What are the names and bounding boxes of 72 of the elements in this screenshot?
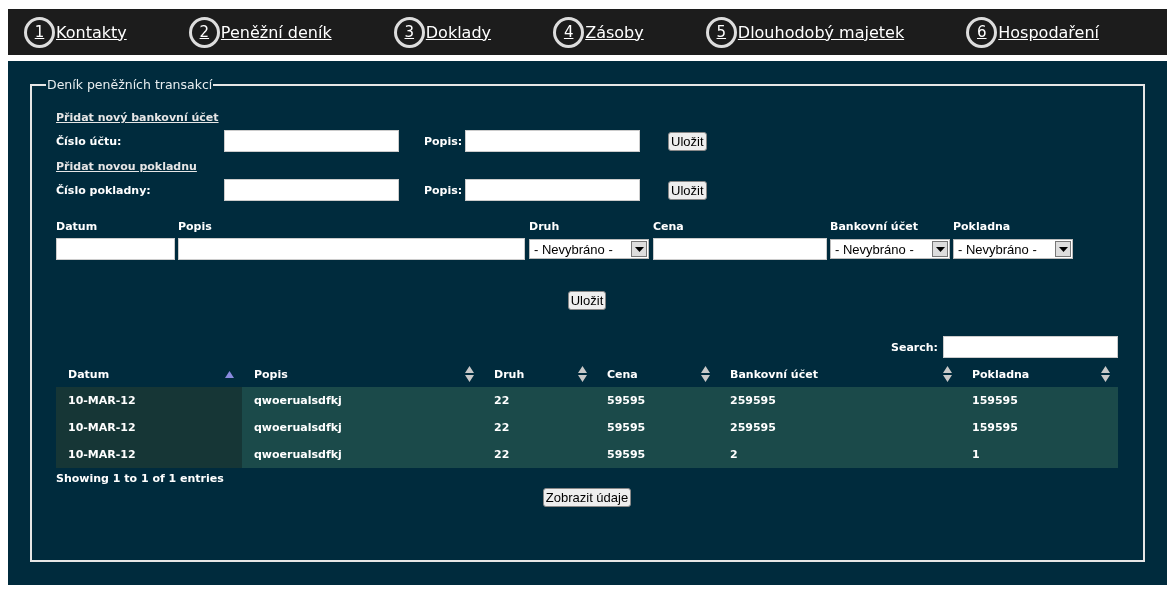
input-field[interactable] — [224, 179, 399, 201]
table-cell: 1 — [972, 448, 980, 461]
sort-icon[interactable] — [1101, 366, 1110, 382]
nav-link[interactable]: Kontakty — [56, 22, 127, 42]
table-cell: 10-MAR-12 — [68, 394, 136, 407]
add-link[interactable]: Přidat novou pokladnu — [56, 160, 197, 173]
column-header[interactable]: Cena — [607, 367, 638, 381]
sort-ascending-icon[interactable] — [225, 370, 234, 378]
field-label: Číslo pokladny: — [56, 183, 152, 197]
save-button[interactable]: Uložit — [668, 180, 707, 200]
input-field[interactable] — [224, 130, 399, 152]
step-number: 4 — [553, 16, 585, 48]
field-label: Popis — [178, 220, 213, 233]
field-label: Cena — [653, 220, 685, 233]
table-cell: 59595 — [607, 421, 646, 434]
input-field[interactable] — [465, 130, 640, 152]
table-cell: 59595 — [607, 448, 646, 461]
search-label: Search: — [891, 340, 938, 354]
step-number: 2 — [188, 16, 220, 48]
table-cell: 10-MAR-12 — [68, 448, 136, 461]
table-cell: qwoerualsdfkj — [254, 394, 342, 407]
add-link[interactable]: Přidat nový bankovní účet — [56, 111, 219, 124]
step-number: 6 — [966, 16, 998, 48]
sort-icon[interactable] — [578, 366, 587, 382]
field-label: Popis: — [424, 134, 464, 148]
dropdown[interactable]: - Nevybráno - — [830, 239, 950, 259]
search-field[interactable] — [943, 336, 1118, 358]
dropdown[interactable]: - Nevybráno - — [529, 239, 649, 259]
table-cell: 22 — [494, 394, 510, 407]
input-field[interactable] — [653, 238, 827, 260]
input-field[interactable] — [56, 238, 175, 260]
field-label: Bankovní účet — [830, 220, 919, 233]
save-button[interactable]: Uložit — [668, 131, 707, 151]
input-field[interactable] — [465, 179, 640, 201]
step-number: 3 — [393, 16, 425, 48]
step-number: 1 — [24, 16, 55, 48]
column-header[interactable]: Pokladna — [972, 367, 1030, 381]
column-header[interactable]: Bankovní účet — [730, 367, 818, 381]
table-cell: qwoerualsdfkj — [254, 421, 342, 434]
table-cell: 259595 — [730, 394, 776, 407]
table-cell: 159595 — [972, 421, 1018, 434]
table-cell: 259595 — [730, 421, 776, 434]
column-header[interactable]: Druh — [494, 367, 525, 381]
sort-icon[interactable] — [701, 366, 710, 382]
field-label: Datum — [56, 220, 99, 233]
nav-link[interactable]: Zásoby — [585, 22, 644, 42]
table-cell: 22 — [494, 448, 510, 461]
show-data-button[interactable]: Zobrazit údaje — [542, 488, 632, 507]
field-label: Číslo účtu: — [56, 134, 123, 148]
table-cell: 59595 — [607, 394, 646, 407]
nav-link[interactable]: Peněžní deník — [220, 22, 332, 42]
input-field[interactable] — [178, 238, 525, 260]
nav-link[interactable]: Hospodaření — [998, 22, 1099, 42]
column-header[interactable]: Popis — [254, 367, 288, 381]
nav-link[interactable]: Dlouhodobý majetek — [737, 22, 905, 42]
save-button[interactable]: Uložit — [567, 291, 607, 310]
nav-link[interactable]: Doklady — [425, 22, 492, 42]
dropdown[interactable]: - Nevybráno - — [953, 239, 1073, 259]
table-cell: 22 — [494, 421, 510, 434]
fieldset-legend: Deník peněžních transakcí — [46, 77, 214, 94]
table-cell: 2 — [730, 448, 738, 461]
field-label: Popis: — [424, 183, 464, 197]
column-header[interactable]: Datum — [68, 367, 110, 381]
table-cell: 10-MAR-12 — [68, 421, 136, 434]
table-cell: 159595 — [972, 394, 1018, 407]
sort-icon[interactable] — [943, 366, 952, 382]
table-info: Showing 1 to 1 of 1 entries — [56, 472, 224, 485]
sort-icon[interactable] — [465, 366, 474, 382]
step-number: 5 — [705, 16, 737, 48]
field-label: Druh — [529, 220, 561, 233]
table-cell: qwoerualsdfkj — [254, 448, 342, 461]
field-label: Pokladna — [953, 220, 1012, 233]
